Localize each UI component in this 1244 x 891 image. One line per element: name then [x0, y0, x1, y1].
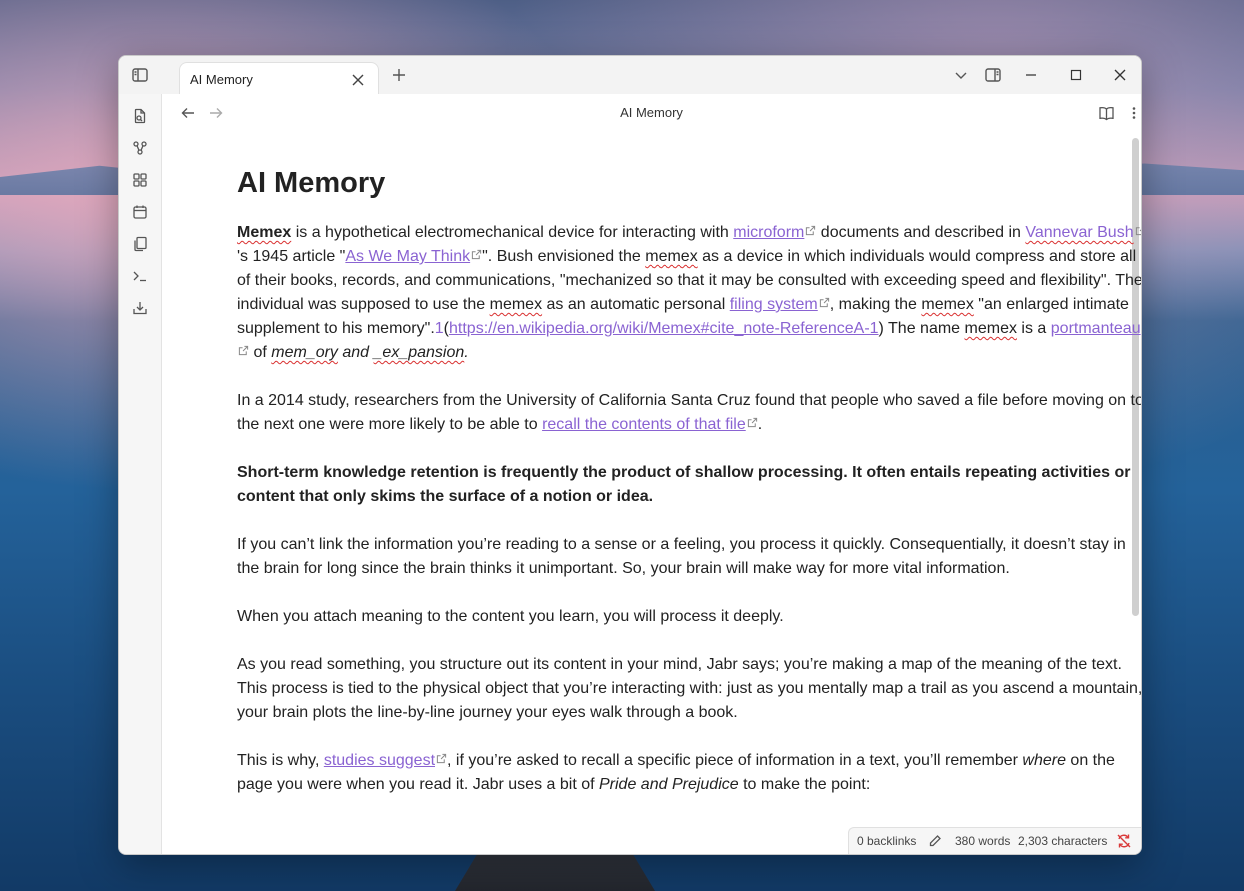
text: to make the point:: [738, 776, 871, 793]
tab-ai-memory[interactable]: AI Memory: [179, 62, 379, 95]
canvas-icon[interactable]: [128, 168, 152, 192]
italic-text: Pride and Prejudice: [599, 776, 739, 793]
spellcheck-word: memex: [645, 248, 698, 265]
link-recall-contents[interactable]: recall the contents of that file: [542, 416, 746, 433]
external-link-icon: [1135, 227, 1141, 236]
tab-label: AI Memory: [190, 72, 253, 87]
paragraph-link-info: If you can’t link the information you’re…: [237, 536, 1126, 577]
title-bar: AI Memory: [119, 56, 1141, 95]
status-bar: 0 backlinks 380 words 2,303 characters: [848, 827, 1141, 854]
import-icon[interactable]: [128, 296, 152, 320]
chevron-down-icon[interactable]: [949, 63, 973, 87]
character-count: 2,303 characters: [1018, 834, 1108, 848]
text: documents and described in: [816, 224, 1026, 241]
text: as an automatic personal: [542, 296, 730, 313]
more-options-icon[interactable]: [1122, 101, 1141, 125]
terminal-icon[interactable]: [128, 264, 152, 288]
link-vannevar-bush[interactable]: Vannevar Bush: [1025, 224, 1133, 241]
spellcheck-word: memex: [964, 320, 1017, 337]
text: , if you’re asked to recall a specific p…: [447, 752, 1023, 769]
pencil-icon[interactable]: [923, 829, 947, 853]
text: , making the: [829, 296, 922, 313]
paragraph-studies: This is why, studies suggest , if you’re …: [237, 749, 1141, 797]
note-title: AI Memory: [237, 167, 386, 199]
sync-disabled-icon[interactable]: [1112, 829, 1136, 853]
maximize-icon[interactable]: [1064, 63, 1088, 87]
text: This is why,: [237, 752, 324, 769]
app-window: AI Memory AI Memory AI Memory Memex is a…: [118, 55, 1142, 855]
spellcheck-word: Memex: [237, 224, 292, 241]
external-link-icon: [436, 753, 447, 764]
text: .: [757, 416, 763, 433]
view-header: AI Memory: [162, 94, 1141, 132]
external-link-icon: [819, 297, 829, 308]
paragraph-short-term: Short-term knowledge retention is freque…: [237, 461, 1141, 509]
link-wikipedia[interactable]: https://en.wikipedia.org/wiki/Memex#cite…: [449, 320, 879, 337]
text: ) The name: [878, 320, 965, 337]
text: of: [249, 344, 272, 361]
text: is a hypothetical electromechanical devi…: [291, 224, 734, 241]
text: is a: [1016, 320, 1051, 337]
link-studies-suggest[interactable]: studies suggest: [324, 752, 435, 769]
link-as-we-may-think[interactable]: As We May Think: [345, 248, 470, 265]
paragraph-memex: Memex is a hypothetical electromechanica…: [237, 221, 1141, 365]
text: ". Bush envisioned the: [482, 248, 646, 265]
external-link-icon: [238, 345, 249, 356]
new-tab-icon[interactable]: [387, 63, 411, 87]
spellcheck-word: memex: [489, 296, 543, 313]
templates-icon[interactable]: [128, 232, 152, 256]
spellcheck-word: memex: [921, 296, 974, 313]
files-icon[interactable]: [128, 104, 152, 128]
external-link-icon: [806, 225, 816, 236]
close-tab-icon[interactable]: [346, 68, 370, 92]
paragraph-meaning: When you attach meaning to the content y…: [237, 608, 784, 625]
main-view: AI Memory AI Memory Memex is a hypotheti…: [162, 94, 1141, 854]
spellcheck-word: mem_ory: [271, 344, 338, 361]
link-filing-system[interactable]: filing system: [730, 296, 818, 313]
text: 's 1945 article ": [237, 248, 346, 265]
link-microform[interactable]: microform: [733, 224, 804, 241]
text: and: [337, 344, 374, 361]
sidebar-toggle-icon[interactable]: [128, 63, 152, 87]
bold-text: Short-term knowledge retention is freque…: [237, 464, 1131, 505]
paragraph-structure: As you read something, you structure out…: [237, 656, 1142, 721]
view-title: AI Memory: [620, 105, 683, 120]
word-count: 380 words: [955, 834, 1011, 848]
backlinks-count[interactable]: 0 backlinks: [857, 834, 916, 848]
right-sidebar-toggle-icon[interactable]: [981, 63, 1005, 87]
paragraph-study: In a 2014 study, researchers from the Un…: [237, 389, 1141, 437]
minimize-icon[interactable]: [1019, 63, 1043, 87]
italic-text: where: [1022, 752, 1066, 769]
external-link-icon: [471, 249, 482, 260]
graph-icon[interactable]: [128, 136, 152, 160]
external-link-icon: [747, 417, 757, 428]
note-content: AI Memory Memex is a hypothetical electr…: [237, 152, 1142, 821]
calendar-icon[interactable]: [128, 200, 152, 224]
ribbon: [119, 94, 162, 854]
text: .: [464, 344, 469, 361]
reading-view-icon[interactable]: [1094, 101, 1118, 125]
footnote-ref[interactable]: 1: [435, 320, 444, 337]
close-window-icon[interactable]: [1108, 63, 1132, 87]
link-portmanteau[interactable]: portmanteau: [1051, 320, 1141, 337]
spellcheck-word: _ex_pansion: [373, 344, 465, 361]
